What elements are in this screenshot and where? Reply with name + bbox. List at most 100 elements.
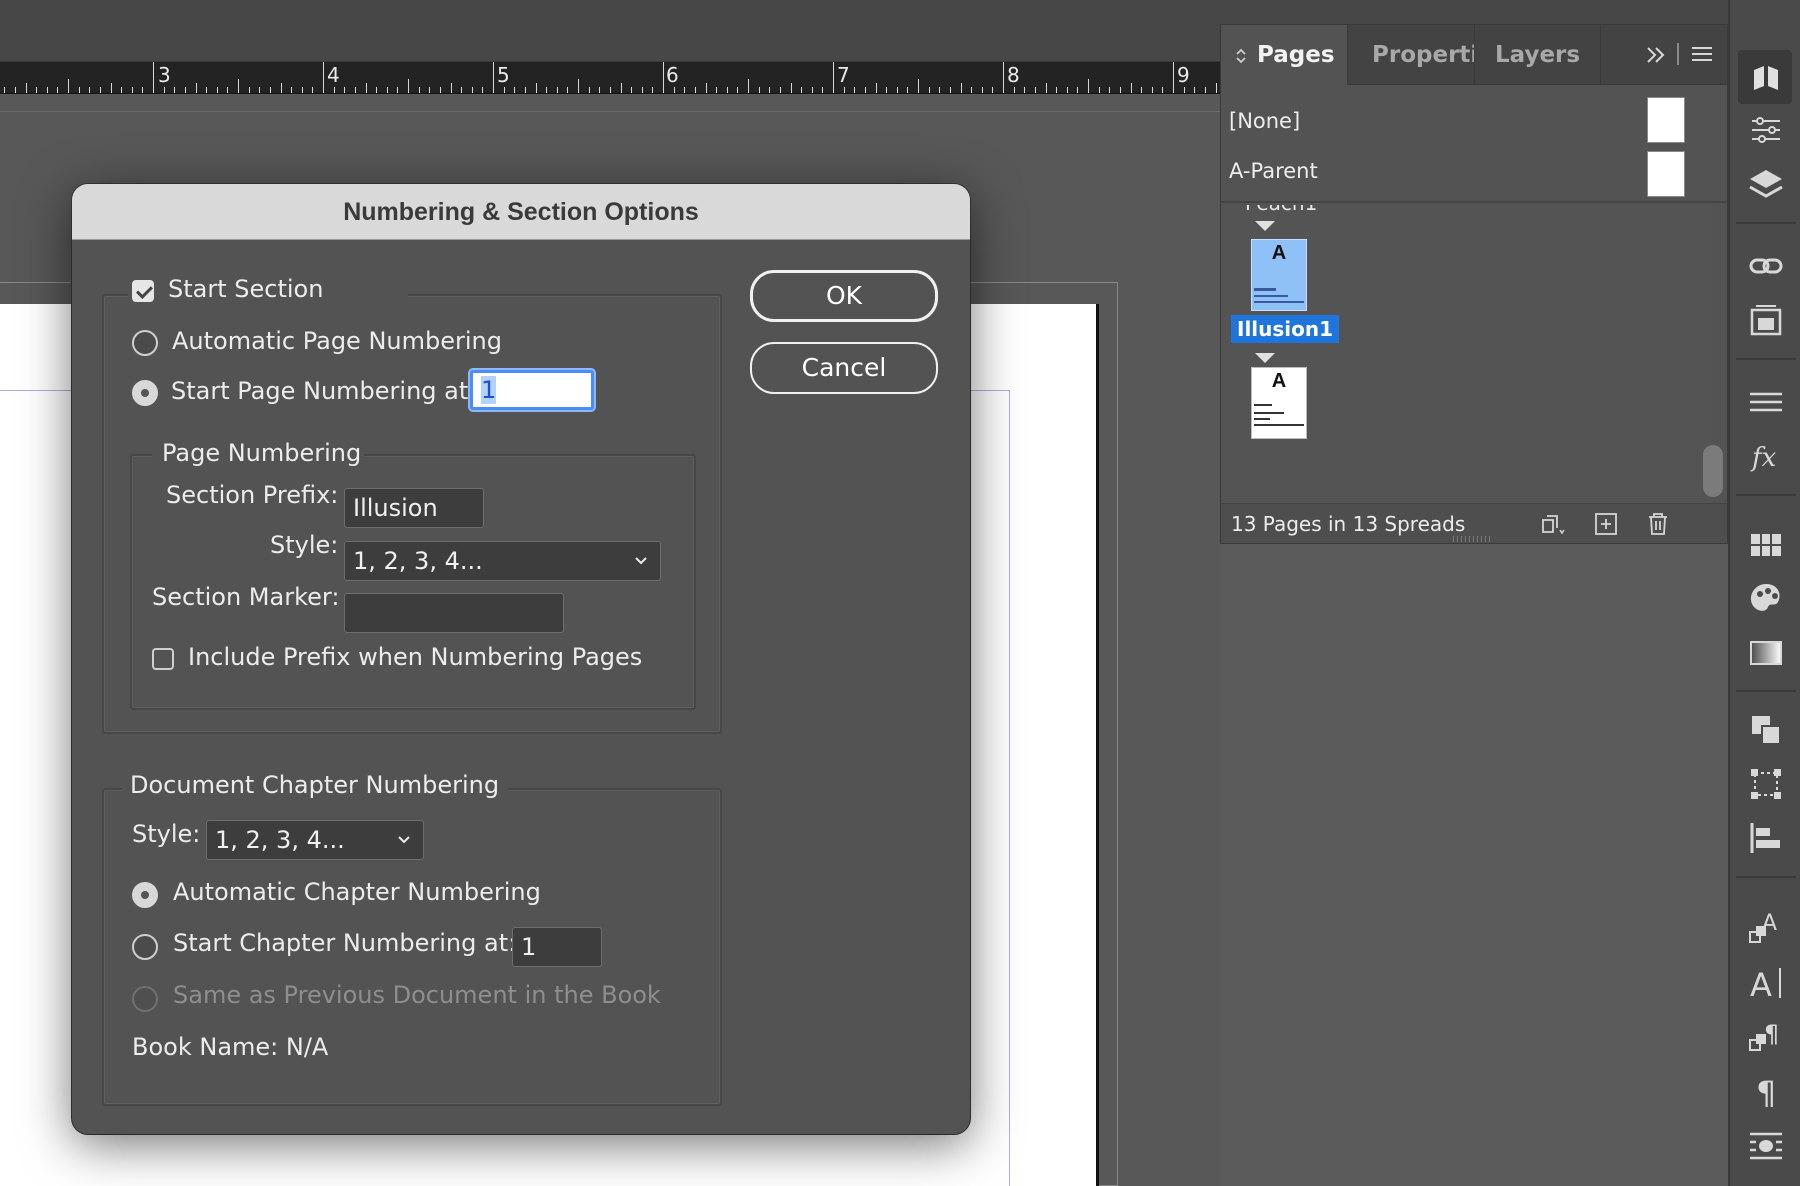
ruler-tick xyxy=(621,83,622,93)
ruler-tick xyxy=(663,62,664,93)
pages-scrollbar-thumb[interactable] xyxy=(1703,445,1723,497)
ruler-tick xyxy=(504,87,505,93)
align-icon[interactable] xyxy=(1748,820,1784,856)
tab-layers[interactable]: Layers xyxy=(1475,25,1601,85)
ruler-tick xyxy=(961,83,962,93)
ruler-tick xyxy=(706,83,707,93)
ruler-tick xyxy=(1120,87,1121,93)
links-icon[interactable] xyxy=(1748,248,1784,284)
thumb-line xyxy=(1254,424,1304,426)
ruler-tick xyxy=(472,87,473,93)
section-start-marker-icon xyxy=(1255,221,1275,231)
color-icon[interactable] xyxy=(1748,580,1784,616)
ruler-tick xyxy=(833,62,834,93)
paragraph-styles-icon[interactable]: ¶ xyxy=(1748,1018,1784,1054)
cc-libraries-icon[interactable] xyxy=(1748,302,1784,338)
ruler-tick xyxy=(642,87,643,93)
ruler-tick xyxy=(47,87,48,93)
parent-none-thumbnail[interactable] xyxy=(1647,97,1685,143)
start-chapter-number-input[interactable]: 1 xyxy=(512,927,602,967)
parent-a-thumbnail[interactable] xyxy=(1647,151,1685,197)
gradient-icon[interactable] xyxy=(1748,634,1784,670)
ruler-tick xyxy=(281,83,282,93)
hamburger-menu-icon[interactable] xyxy=(1691,45,1713,63)
ok-button[interactable]: OK xyxy=(750,270,938,322)
ruler-tick xyxy=(1131,83,1132,93)
automatic-page-numbering-label: Automatic Page Numbering xyxy=(172,327,502,355)
cancel-button[interactable]: Cancel xyxy=(750,342,938,394)
ruler-number: 4 xyxy=(327,63,340,87)
edit-page-size-icon[interactable] xyxy=(1539,512,1565,536)
start-page-number-input[interactable]: 1 xyxy=(470,370,594,410)
parent-a[interactable]: A-Parent xyxy=(1229,159,1318,183)
tab-pages[interactable]: Pages xyxy=(1221,25,1347,85)
same-as-previous-radio[interactable] xyxy=(132,986,158,1012)
text-wrap-icon[interactable] xyxy=(1748,1128,1784,1164)
ruler-tick xyxy=(1003,62,1004,93)
page-style-select[interactable]: 1, 2, 3, 4... xyxy=(344,541,661,581)
ruler-tick xyxy=(185,87,186,93)
ruler-tick xyxy=(737,87,738,93)
parent-none[interactable]: [None] xyxy=(1229,109,1300,133)
fx-icon[interactable]: fx xyxy=(1748,438,1784,474)
ruler-tick xyxy=(769,87,770,93)
section-marker-input[interactable] xyxy=(344,593,564,633)
ruler-tick xyxy=(397,87,398,93)
paragraph-icon[interactable]: ¶ xyxy=(1748,1072,1784,1108)
page-thumbnail[interactable]: A xyxy=(1251,367,1307,439)
ruler-tick xyxy=(1152,87,1153,93)
thumb-line xyxy=(1254,301,1304,303)
tool-separator xyxy=(1736,876,1796,878)
ruler-tick xyxy=(727,87,728,93)
transform-icon[interactable] xyxy=(1748,766,1784,802)
section-prefix-input[interactable]: Illusion xyxy=(344,488,484,528)
start-section-checkbox[interactable] xyxy=(132,280,154,302)
properties-icon[interactable] xyxy=(1748,112,1784,148)
automatic-chapter-numbering-radio[interactable] xyxy=(132,882,158,908)
new-page-icon[interactable] xyxy=(1593,512,1619,536)
page-thumbnail-selected[interactable]: A xyxy=(1251,239,1307,311)
character-icon[interactable]: A xyxy=(1748,964,1784,1000)
ruler-tick xyxy=(844,87,845,93)
chapter-style-label: Style: xyxy=(132,820,201,848)
page-style-value: 1, 2, 3, 4... xyxy=(353,547,483,575)
svg-text:¶: ¶ xyxy=(1764,1020,1779,1048)
pathfinder-icon[interactable] xyxy=(1748,712,1784,748)
ruler-tick xyxy=(748,79,749,93)
trash-icon[interactable] xyxy=(1645,512,1671,536)
start-page-numbering-label: Start Page Numbering at: xyxy=(171,377,477,405)
start-page-numbering-radio[interactable] xyxy=(132,380,158,406)
character-styles-icon[interactable]: A xyxy=(1748,910,1784,946)
include-prefix-checkbox[interactable] xyxy=(152,648,174,670)
tab-properties[interactable]: Propertie xyxy=(1347,25,1475,85)
layers-icon[interactable] xyxy=(1748,166,1784,202)
section-label-peach: Peach1 xyxy=(1245,205,1317,215)
ruler-tick xyxy=(440,87,441,93)
chapter-style-select[interactable]: 1, 2, 3, 4... xyxy=(206,820,424,860)
ruler-number: 5 xyxy=(497,63,510,87)
pages-icon[interactable] xyxy=(1748,58,1784,94)
ruler-tick xyxy=(4,87,5,93)
pages-panel-footer: 13 Pages in 13 Spreads xyxy=(1221,503,1727,543)
ruler-tick xyxy=(907,87,908,93)
horizontal-ruler[interactable]: 3 4 5 6 7 8 9 xyxy=(0,62,1220,94)
panel-resize-grip[interactable] xyxy=(1453,536,1493,542)
automatic-page-numbering-radio[interactable] xyxy=(132,330,158,356)
ruler-tick xyxy=(36,87,37,93)
document-pages-list[interactable]: Peach1 A Illusion1 A xyxy=(1221,205,1711,503)
start-chapter-numbering-radio[interactable] xyxy=(132,934,158,960)
chapter-style-value: 1, 2, 3, 4... xyxy=(215,826,345,854)
ruler-tick xyxy=(323,62,324,93)
ruler-tick xyxy=(217,87,218,93)
ruler-tick xyxy=(1024,87,1025,93)
ruler-tick xyxy=(886,87,887,93)
swatches-icon[interactable] xyxy=(1748,526,1784,562)
ruler-tick xyxy=(1014,87,1015,93)
thumb-letter: A xyxy=(1271,370,1287,392)
section-label-illusion[interactable]: Illusion1 xyxy=(1231,315,1340,343)
up-down-chevron-icon xyxy=(1236,48,1246,64)
ruler-tick xyxy=(546,87,547,93)
stroke-icon[interactable] xyxy=(1748,384,1784,420)
double-chevron-right-icon[interactable] xyxy=(1645,45,1667,65)
tool-separator xyxy=(1736,494,1796,496)
